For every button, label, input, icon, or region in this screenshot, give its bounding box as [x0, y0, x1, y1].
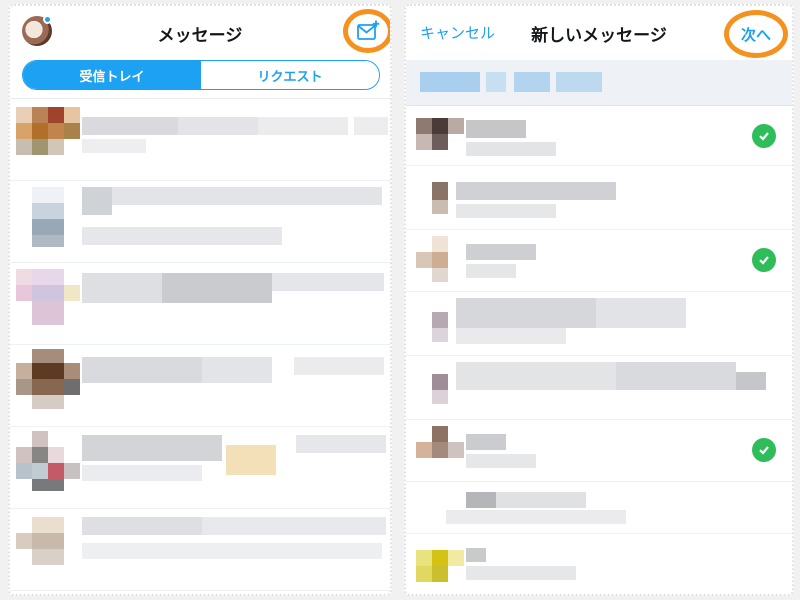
checkmark-icon	[759, 256, 769, 265]
messages-panel: メッセージ 受信トレイ リクエスト	[8, 4, 392, 596]
recipient-row[interactable]	[406, 356, 792, 420]
selected-check	[752, 248, 776, 272]
recipient-row[interactable]	[406, 534, 792, 594]
conversation-row[interactable]	[10, 509, 390, 591]
new-message-header: キャンセル 新しいメッセージ 次へ	[406, 6, 792, 58]
conversation-row[interactable]	[10, 427, 390, 509]
conversation-row[interactable]	[10, 263, 390, 345]
tab-inbox[interactable]: 受信トレイ	[23, 61, 201, 89]
next-button[interactable]: 次へ	[741, 24, 771, 45]
conversation-list	[10, 98, 390, 591]
inbox-segmented-control: 受信トレイ リクエスト	[22, 60, 380, 90]
recipient-row[interactable]	[406, 292, 792, 356]
compose-mail-icon	[357, 20, 380, 40]
selected-check	[752, 438, 776, 462]
recipient-row[interactable]	[406, 482, 792, 534]
recipient-row[interactable]	[406, 106, 792, 166]
new-message-panel: キャンセル 新しいメッセージ 次へ	[404, 4, 794, 596]
conversation-row[interactable]	[10, 181, 390, 263]
messages-header: メッセージ	[10, 6, 390, 58]
recipient-row[interactable]	[406, 230, 792, 292]
tab-requests[interactable]: リクエスト	[201, 61, 379, 89]
page-title: メッセージ	[157, 26, 243, 46]
checkmark-icon	[759, 446, 769, 455]
checkmark-icon	[759, 132, 769, 141]
next-button-highlight: 次へ	[724, 10, 788, 58]
recipient-field[interactable]	[406, 60, 792, 106]
conversation-row[interactable]	[10, 99, 390, 181]
conversation-row[interactable]	[10, 345, 390, 427]
recipient-row[interactable]	[406, 166, 792, 230]
recipient-row[interactable]	[406, 420, 792, 482]
compose-button[interactable]	[343, 9, 390, 53]
selected-check	[752, 124, 776, 148]
